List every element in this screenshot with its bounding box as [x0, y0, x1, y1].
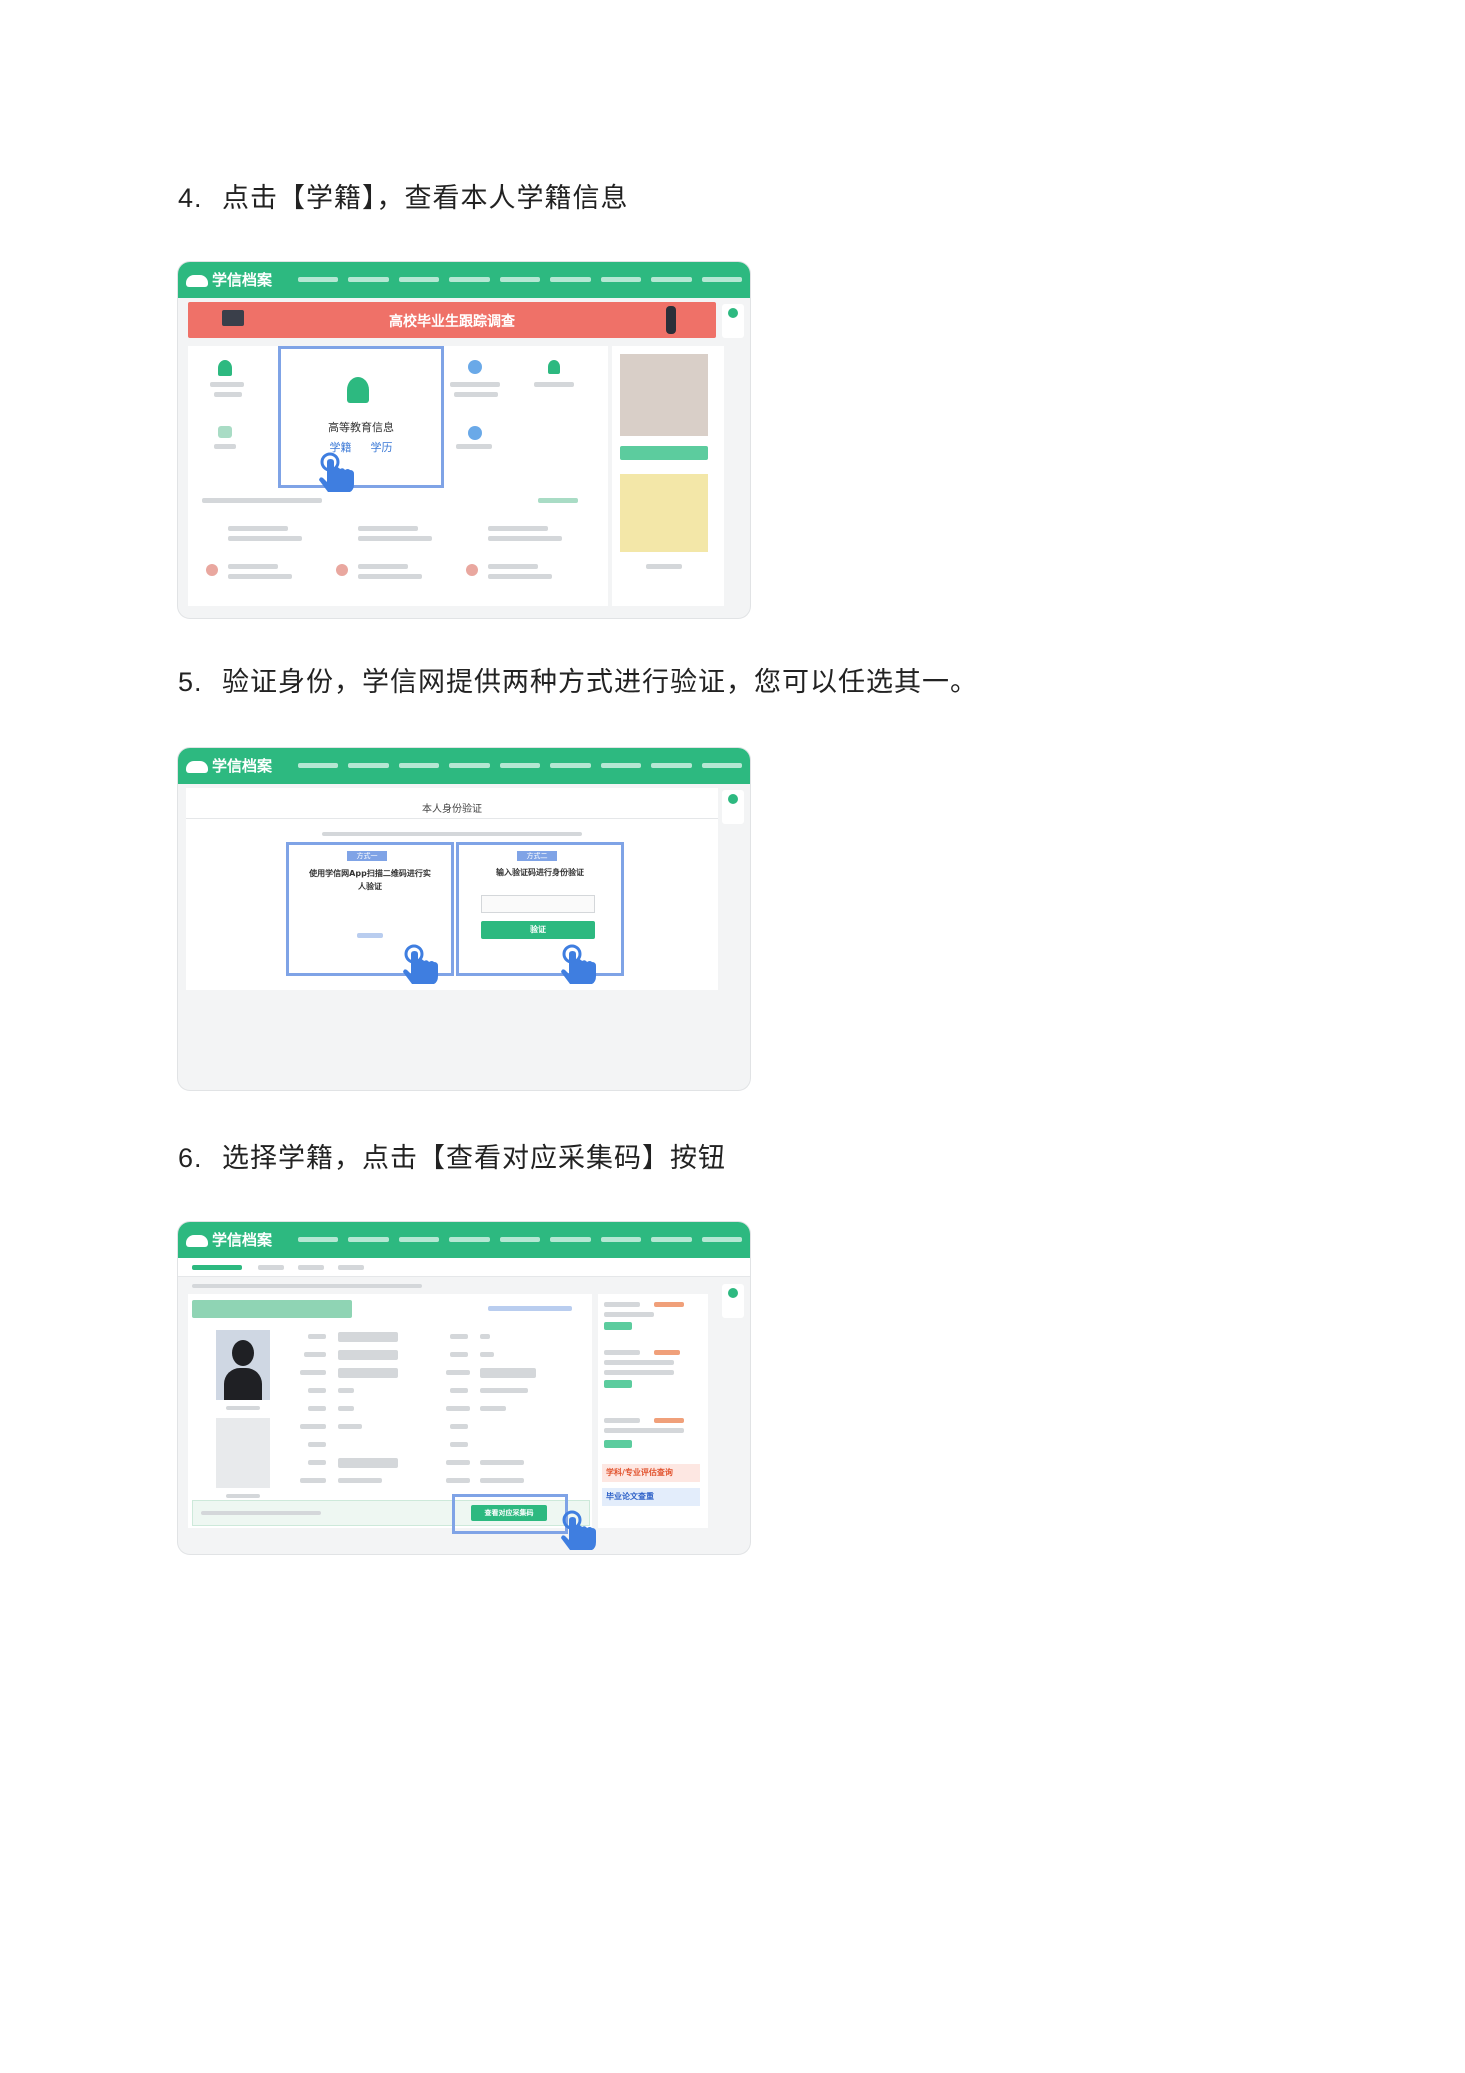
pointer-hand-icon [403, 944, 438, 984]
promo-subject-evaluation[interactable]: 学科/专业评估查询 [602, 1464, 700, 1482]
side-helper-widget[interactable] [722, 1284, 744, 1318]
xueli-link[interactable]: 学历 [371, 441, 393, 454]
service-icon [468, 426, 482, 440]
pointer-hand-icon [561, 944, 596, 984]
info-icon [218, 426, 232, 438]
higher-education-card[interactable]: 高等教育信息 学籍 学历 [278, 346, 444, 488]
person-icon [218, 360, 232, 376]
step-text: 选择学籍，点击【查看对应采集码】按钮 [222, 1143, 726, 1174]
verification-panel: 本人身份验证 方式一 使用学信网App扫描二维码进行实人验证 方式二 输入验证码… [186, 788, 718, 990]
cloud-icon [186, 274, 208, 287]
site-logo: 学信档案 [186, 755, 272, 776]
nav-menu [298, 763, 742, 769]
right-promo-panel: 学科/专业评估查询 毕业论文查重 [598, 1294, 708, 1528]
right-ads-panel [612, 346, 724, 606]
step-number: 5. [178, 667, 203, 697]
pointer-hand-icon [319, 452, 354, 492]
verify-button[interactable]: 验证 [481, 921, 595, 939]
site-navbar: 学信档案 [178, 748, 750, 784]
service-panel: 高等教育信息 学籍 学历 [188, 346, 608, 606]
option-1-title: 使用学信网App扫描二维码进行实人验证 [309, 869, 431, 891]
option-2-title: 输入验证码进行身份验证 [496, 868, 584, 877]
step-number: 6. [178, 1143, 203, 1173]
cloud-icon [186, 1234, 208, 1247]
site-navbar: 学信档案 [178, 1222, 750, 1258]
survey-banner[interactable]: 高校毕业生跟踪调查 [188, 302, 716, 338]
student-photo [216, 1330, 270, 1400]
graduate-icon [347, 377, 369, 403]
verification-code-input[interactable] [481, 895, 595, 913]
site-logo: 学信档案 [186, 1229, 272, 1250]
step-4-screenshot: 学信档案 高校毕业生跟踪调查 高等教育信息 学籍 学历 [178, 262, 750, 618]
step-number: 4. [178, 183, 203, 213]
graduate-figure-icon [666, 306, 676, 334]
nav-menu [298, 1237, 742, 1243]
step-text: 验证身份，学信网提供两种方式进行验证，您可以任选其一。 [222, 667, 978, 698]
step-6-screenshot: 学信档案 查看对应采集码 学科/专业评估查询 毕业论文查重 [178, 1222, 750, 1554]
step-5-heading: 5. 验证身份，学信网提供两种方式进行验证，您可以任选其一。 [178, 660, 978, 699]
banner-title: 高校毕业生跟踪调查 [389, 314, 515, 330]
option-2-badge: 方式二 [517, 851, 557, 861]
promo-thesis-check[interactable]: 毕业论文查重 [602, 1488, 700, 1506]
card-title: 高等教育信息 [328, 421, 394, 434]
service-icon [468, 360, 482, 374]
page-title: 本人身份验证 [422, 804, 482, 815]
site-logo: 学信档案 [186, 269, 272, 290]
sub-tabs [178, 1258, 750, 1277]
site-navbar: 学信档案 [178, 262, 750, 298]
id-photo-placeholder [216, 1418, 270, 1488]
step-4-heading: 4. 点击【学籍】，查看本人学籍信息 [178, 176, 629, 215]
service-icon [548, 360, 560, 374]
step-text: 点击【学籍】，查看本人学籍信息 [222, 183, 629, 214]
pointer-hand-icon [561, 1510, 596, 1550]
step-5-screenshot: 学信档案 本人身份验证 方式一 使用学信网App扫描二维码进行实人验证 方式二 … [178, 748, 750, 1090]
cloud-icon [186, 760, 208, 773]
collect-code-button-highlight: 查看对应采集码 [452, 1494, 568, 1534]
ad-image[interactable] [620, 354, 708, 436]
nav-menu [298, 277, 742, 283]
option-1-badge: 方式一 [347, 851, 387, 861]
student-record-panel: 查看对应采集码 [188, 1294, 592, 1534]
side-helper-widget[interactable] [722, 304, 744, 338]
step-6-heading: 6. 选择学籍，点击【查看对应采集码】按钮 [178, 1136, 726, 1175]
view-collect-code-button[interactable]: 查看对应采集码 [471, 1505, 547, 1521]
side-helper-widget[interactable] [722, 790, 744, 824]
ad-image[interactable] [620, 474, 708, 552]
